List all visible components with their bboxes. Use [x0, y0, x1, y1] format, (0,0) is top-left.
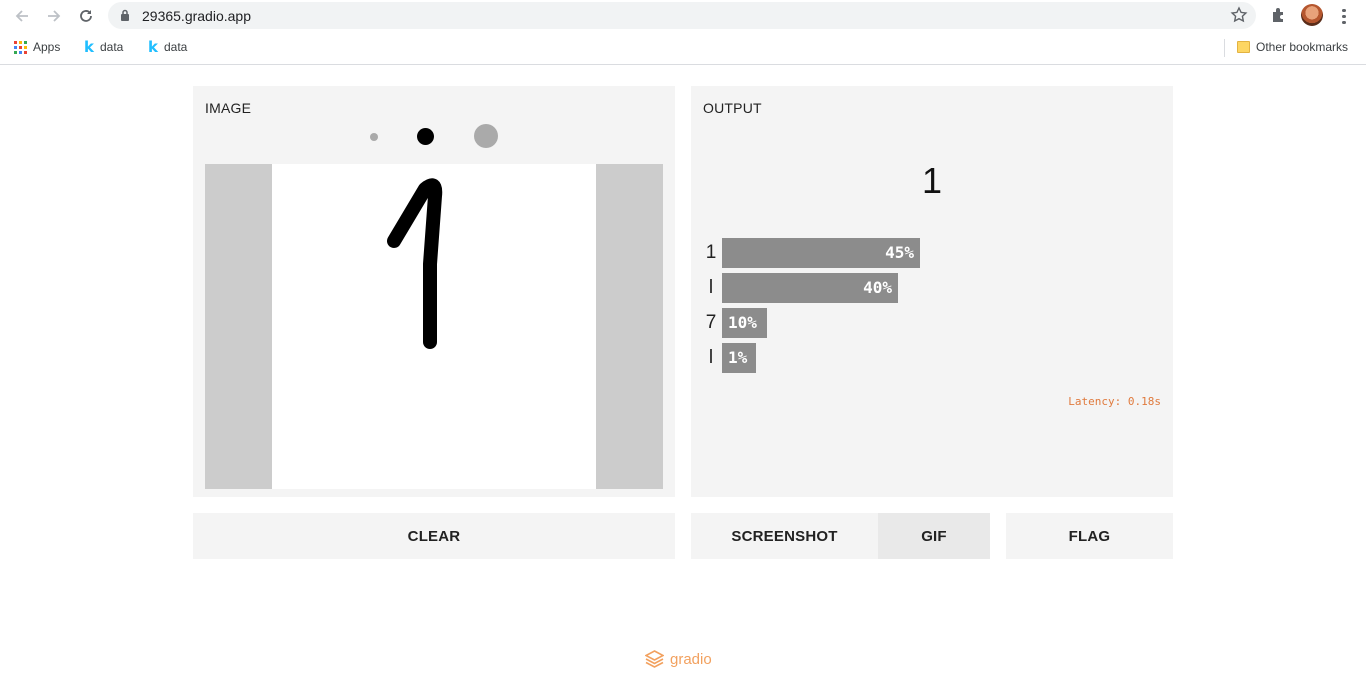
address-bar[interactable]: 29365.gradio.app: [108, 2, 1256, 29]
apps-grid-icon: [14, 40, 27, 54]
brush-small-icon[interactable]: [370, 133, 378, 141]
output-panel-title: OUTPUT: [703, 100, 762, 116]
extensions-puzzle-icon[interactable]: [1270, 6, 1288, 24]
predicted-label: 1: [921, 160, 943, 201]
browser-menu-icon[interactable]: [1338, 6, 1350, 26]
forward-arrow-icon[interactable]: [43, 5, 65, 27]
screenshot-button[interactable]: SCREENSHOT: [691, 513, 878, 559]
input-panel: IMAGE: [193, 86, 675, 497]
other-bookmarks[interactable]: Other bookmarks: [1237, 40, 1348, 54]
confidence-bar: 45%: [722, 238, 920, 268]
bookmark-data-1[interactable]: k data: [84, 38, 123, 56]
confidence-label: 1: [705, 242, 717, 263]
drawing-area[interactable]: [272, 164, 596, 489]
confidence-label: l: [708, 347, 714, 368]
gif-button[interactable]: GIF: [878, 513, 990, 559]
flag-button[interactable]: FLAG: [1006, 513, 1173, 559]
confidence-bar: 1%: [722, 343, 756, 373]
input-panel-title: IMAGE: [205, 100, 252, 116]
gradio-logo-icon: [645, 650, 664, 668]
confidence-bar: 40%: [722, 273, 898, 303]
bookmarks-bar: Apps k data k data Other bookmarks: [0, 32, 1366, 65]
confidence-value: 10%: [728, 313, 757, 332]
bookmark-data-2[interactable]: k data: [148, 38, 187, 56]
bookmarks-divider: [1224, 39, 1225, 57]
output-panel: OUTPUT 1 1 45% l 40% 7 10% l 1% Latency:…: [691, 86, 1173, 497]
handwritten-digit-stroke: [387, 178, 443, 349]
confidence-bar: 10%: [722, 308, 767, 338]
kaggle-icon: k: [84, 38, 94, 56]
kaggle-icon: k: [148, 38, 158, 56]
confidence-value: 1%: [728, 348, 748, 367]
clear-button[interactable]: CLEAR: [193, 513, 675, 559]
back-arrow-icon[interactable]: [11, 5, 33, 27]
confidence-value: 40%: [863, 278, 892, 297]
gradio-brand-text: gradio: [670, 650, 712, 668]
confidence-label: 7: [705, 312, 717, 333]
gradio-footer[interactable]: gradio: [645, 650, 712, 668]
profile-avatar[interactable]: [1301, 4, 1323, 26]
sketch-canvas[interactable]: [205, 164, 663, 489]
brush-large-icon[interactable]: [474, 124, 498, 148]
brush-medium-icon[interactable]: [417, 128, 434, 145]
lock-icon: [121, 9, 129, 21]
latency-text: Latency: 0.18s: [1068, 395, 1161, 408]
bookmark-star-icon[interactable]: [1230, 6, 1248, 24]
bookmark-apps[interactable]: Apps: [14, 40, 60, 54]
folder-icon: [1237, 41, 1250, 53]
confidence-label: l: [708, 277, 714, 298]
confidence-value: 45%: [885, 243, 914, 262]
browser-toolbar: 29365.gradio.app: [0, 0, 1366, 32]
url-text: 29365.gradio.app: [142, 8, 251, 24]
reload-icon[interactable]: [75, 5, 97, 27]
